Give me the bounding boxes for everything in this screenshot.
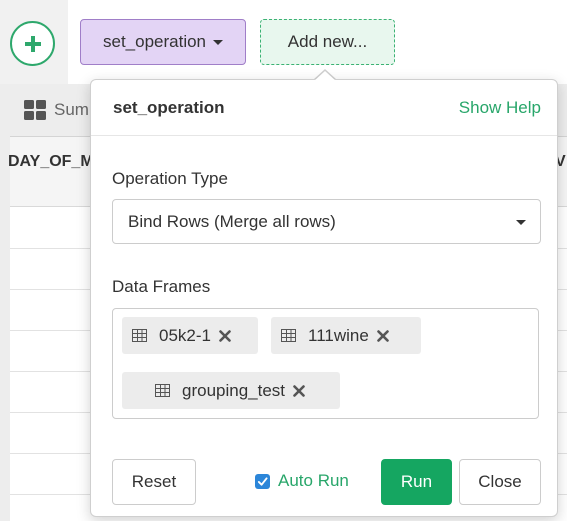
column-header[interactable]: DAY_OF_M <box>8 153 94 171</box>
data-frame-chip-label: grouping_test <box>182 380 286 400</box>
remove-icon[interactable] <box>293 384 305 397</box>
set-operation-popover: set_operation Show Help Operation Type B… <box>90 79 558 517</box>
run-button-label: Run <box>400 472 433 491</box>
caret-down-icon <box>516 220 526 225</box>
remove-icon[interactable] <box>219 329 231 342</box>
operation-type-value: Bind Rows (Merge all rows) <box>128 211 336 231</box>
reset-button[interactable]: Reset <box>112 459 196 505</box>
data-frames-input[interactable]: 05k2-1 111wine grouping_test <box>112 308 539 419</box>
show-help-link[interactable]: Show Help <box>459 98 541 118</box>
caret-down-icon <box>213 39 224 45</box>
operation-type-select[interactable]: Bind Rows (Merge all rows) <box>112 199 541 244</box>
close-button[interactable]: Close <box>459 459 541 505</box>
checkmark-icon <box>257 476 268 486</box>
operation-type-label: Operation Type <box>112 169 228 188</box>
data-frame-chip-label: 05k2-1 <box>159 325 211 345</box>
data-frame-chip[interactable]: 05k2-1 <box>122 317 258 354</box>
table-icon <box>155 384 170 397</box>
auto-run-toggle[interactable]: Auto Run <box>255 471 349 491</box>
step-dropdown-label: set_operation <box>102 32 207 51</box>
grid-icon <box>24 100 46 120</box>
table-icon <box>132 329 147 342</box>
step-dropdown-button[interactable]: set_operation <box>80 19 246 65</box>
data-frame-chip[interactable]: 111wine <box>271 317 421 354</box>
data-frame-chip-label: 111wine <box>308 325 369 345</box>
reset-button-label: Reset <box>131 472 177 491</box>
popover-header: set_operation Show Help <box>91 80 557 136</box>
add-step-button[interactable] <box>10 21 55 66</box>
data-frame-chip[interactable]: grouping_test <box>122 372 340 409</box>
run-button[interactable]: Run <box>381 459 452 505</box>
close-button-label: Close <box>478 472 522 491</box>
auto-run-checkbox[interactable] <box>255 473 270 489</box>
plus-icon <box>24 35 41 52</box>
table-icon <box>281 329 296 342</box>
tab-summary[interactable]: Sum <box>24 100 89 120</box>
remove-icon[interactable] <box>377 329 389 342</box>
tab-summary-label: Sum <box>54 100 89 119</box>
add-new-label: Add new... <box>287 32 368 51</box>
popover-arrow-inner <box>314 71 336 81</box>
data-frames-label: Data Frames <box>112 277 211 296</box>
auto-run-label: Auto Run <box>278 471 349 490</box>
add-new-step-button[interactable]: Add new... <box>260 19 395 65</box>
popover-title: set_operation <box>113 98 225 117</box>
